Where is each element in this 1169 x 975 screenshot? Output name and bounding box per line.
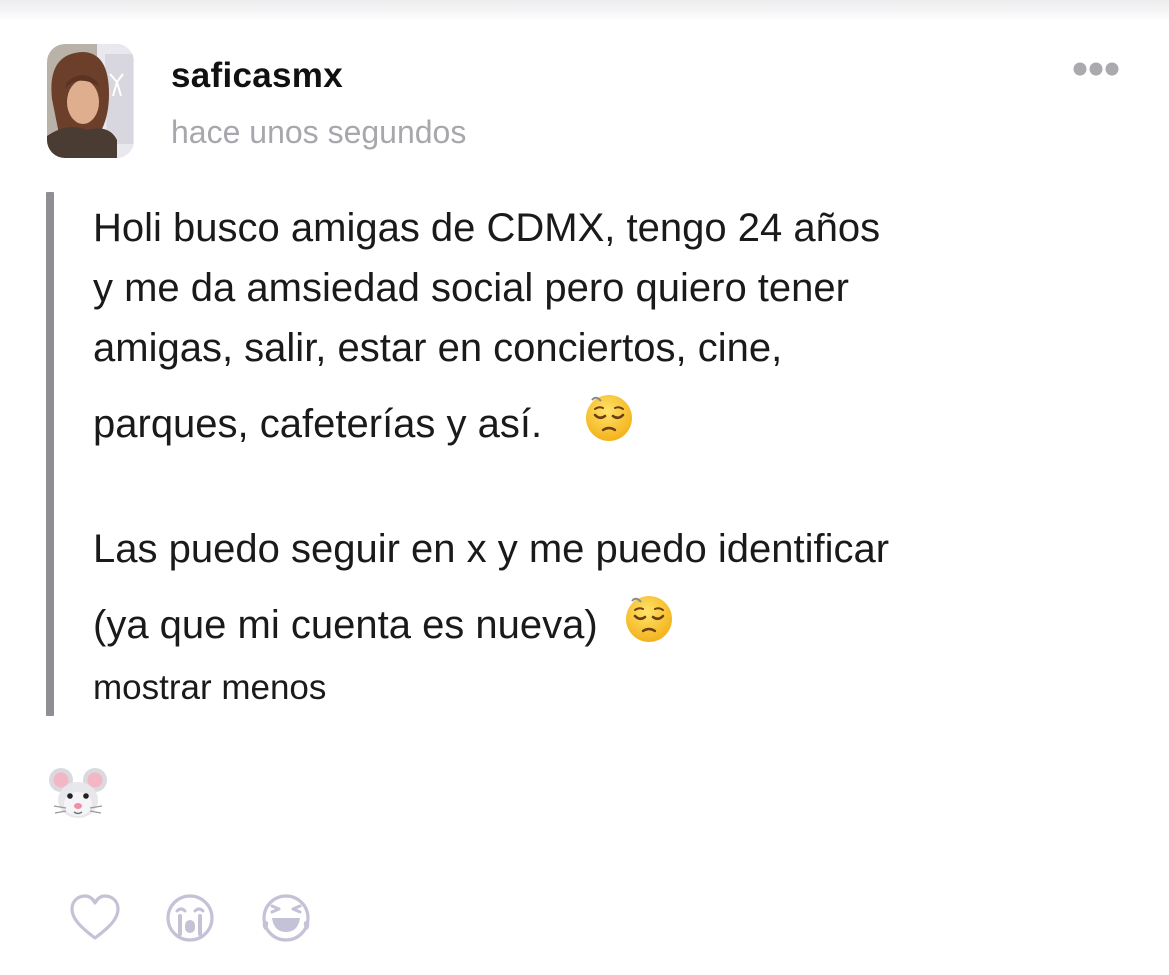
quote-bar bbox=[46, 192, 54, 716]
laughing-reaction-button[interactable] bbox=[258, 890, 314, 946]
post-text-line: amigas, salir, estar en conciertos, cine… bbox=[93, 326, 783, 370]
username[interactable]: saficasmx bbox=[171, 56, 343, 96]
post-text-line: Las puedo seguir en x y me puedo identif… bbox=[93, 527, 890, 571]
post-text-line-with-emoji: (ya que mi cuenta es nueva) bbox=[93, 596, 675, 659]
mouse-face-emoji[interactable] bbox=[48, 766, 108, 826]
timestamp: hace unos segundos bbox=[171, 114, 467, 150]
avatar[interactable] bbox=[47, 44, 134, 158]
like-button[interactable] bbox=[67, 890, 123, 946]
pensive-face-emoji bbox=[583, 391, 635, 454]
more-options-button[interactable] bbox=[1066, 57, 1126, 81]
post-text-line: y me da amsiedad social pero quiero tene… bbox=[93, 266, 849, 310]
post-text-line: Holi busco amigas de CDMX, tengo 24 años bbox=[93, 206, 881, 250]
post-text-line: parques, cafeterías y así. bbox=[93, 402, 543, 447]
crying-reaction-button[interactable] bbox=[162, 890, 218, 946]
heart-outline-icon bbox=[70, 894, 120, 940]
laughing-face-icon bbox=[262, 894, 310, 942]
post-text-line: (ya que mi cuenta es nueva) bbox=[93, 603, 598, 648]
top-shade bbox=[0, 0, 1169, 22]
post-text-line-with-emoji: parques, cafeterías y así. bbox=[93, 395, 635, 458]
show-less-link[interactable]: mostrar menos bbox=[93, 668, 326, 708]
ellipsis-icon bbox=[1073, 62, 1119, 76]
pensive-face-emoji bbox=[623, 592, 675, 655]
crying-face-icon bbox=[166, 894, 214, 942]
